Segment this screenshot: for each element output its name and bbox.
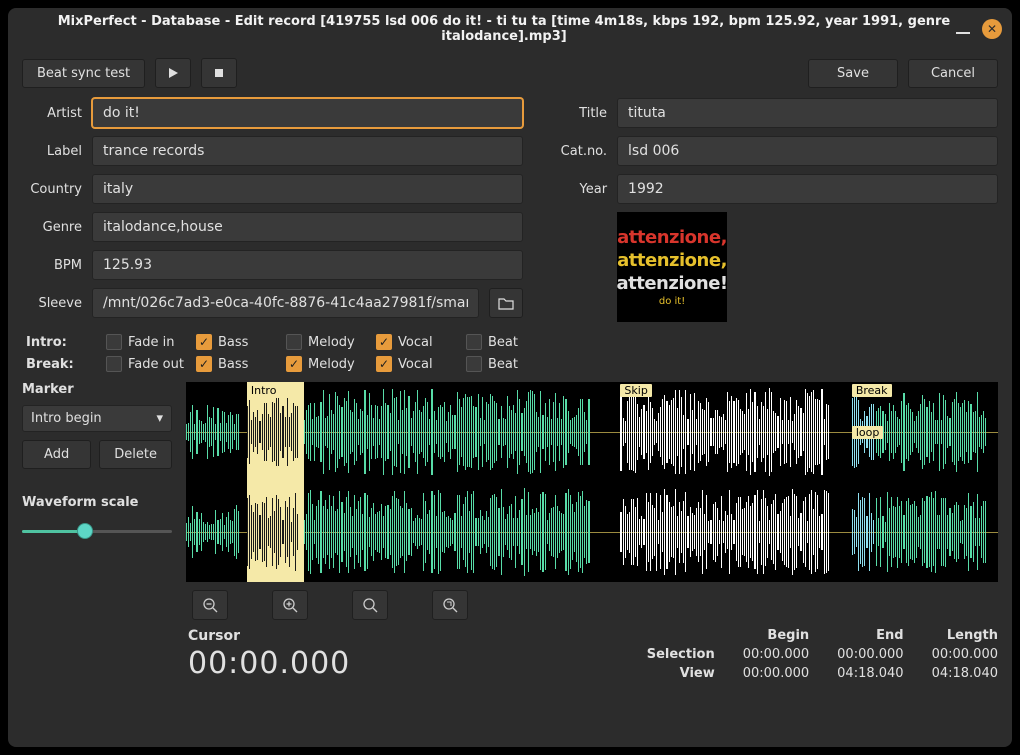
label-label: Label — [22, 144, 82, 159]
view-length: 04:18.040 — [932, 666, 998, 681]
break-row-fade_out-label: Fade out — [128, 357, 184, 372]
view-begin: 00:00.000 — [743, 666, 809, 681]
zoom-out-button[interactable] — [192, 590, 228, 620]
zoom-fit-button[interactable] — [352, 590, 388, 620]
marker-delete-button[interactable]: Delete — [99, 440, 172, 469]
intro-row-bass-checkbox[interactable]: ✓ — [196, 334, 212, 350]
zoom-in-button[interactable] — [272, 590, 308, 620]
bpm-input[interactable] — [92, 250, 523, 280]
chevron-down-icon: ▾ — [156, 411, 163, 426]
waveform-tag-break: Break — [852, 384, 892, 397]
sleeve-input[interactable] — [92, 288, 479, 318]
title-input[interactable] — [617, 98, 998, 128]
break-label: Break: — [22, 357, 106, 372]
break-row-melody-checkbox[interactable]: ✓ — [286, 356, 302, 372]
view-end: 04:18.040 — [837, 666, 903, 681]
intro-row-vocal-label: Vocal — [398, 335, 433, 350]
intro-row-melody-label: Melody — [308, 335, 355, 350]
waveform-display[interactable]: Intro Skip Break loop — [186, 382, 998, 582]
label-title: Title — [547, 106, 607, 121]
beat-sync-button[interactable]: Beat sync test — [22, 59, 145, 88]
play-button[interactable] — [155, 58, 191, 88]
cursor-time: 00:00.000 — [188, 646, 350, 681]
waveform-scale-slider[interactable] — [22, 522, 172, 540]
marker-add-button[interactable]: Add — [22, 440, 91, 469]
artist-input[interactable] — [92, 98, 523, 128]
waveform-scale-label: Waveform scale — [22, 495, 172, 510]
cursor-label: Cursor — [188, 628, 350, 644]
waveform-tag-loop: loop — [852, 426, 884, 439]
label-year: Year — [547, 182, 607, 197]
waveform-tag-skip: Skip — [620, 384, 651, 397]
break-row-vocal-checkbox[interactable]: ✓ — [376, 356, 392, 372]
label-sleeve: Sleeve — [22, 296, 82, 311]
minimize-icon[interactable] — [956, 32, 970, 34]
genre-input[interactable] — [92, 212, 523, 242]
intro-row-vocal-checkbox[interactable]: ✓ — [376, 334, 392, 350]
label-catno: Cat.no. — [547, 144, 607, 159]
label-genre: Genre — [22, 220, 82, 235]
row-selection: Selection — [647, 647, 715, 662]
cover-art: attenzione, attenzione, attenzione! do i… — [617, 212, 727, 322]
label-input[interactable] — [92, 136, 523, 166]
break-row-fade_out-checkbox[interactable] — [106, 356, 122, 372]
waveform-tag-intro: Intro — [247, 384, 281, 397]
cancel-button[interactable]: Cancel — [908, 59, 998, 88]
country-input[interactable] — [92, 174, 523, 204]
intro-row-beat-label: Beat — [488, 335, 518, 350]
catno-input[interactable] — [617, 136, 998, 166]
row-view: View — [647, 666, 715, 681]
selection-length: 00:00.000 — [932, 647, 998, 662]
break-row-melody-label: Melody — [308, 357, 355, 372]
col-length: Length — [932, 628, 998, 643]
break-row-vocal-label: Vocal — [398, 357, 433, 372]
selection-begin: 00:00.000 — [743, 647, 809, 662]
label-country: Country — [22, 182, 82, 197]
break-row-bass-label: Bass — [218, 357, 248, 372]
col-begin: Begin — [743, 628, 809, 643]
marker-select[interactable]: Intro begin ▾ — [22, 405, 172, 432]
intro-row-fade_in-checkbox[interactable] — [106, 334, 122, 350]
selection-end: 00:00.000 — [837, 647, 903, 662]
intro-row-fade_in-label: Fade in — [128, 335, 174, 350]
break-row-beat-checkbox[interactable] — [466, 356, 482, 372]
break-row-bass-checkbox[interactable]: ✓ — [196, 356, 212, 372]
browse-sleeve-button[interactable] — [489, 288, 523, 318]
intro-label: Intro: — [22, 335, 106, 350]
col-end: End — [837, 628, 903, 643]
window-title: MixPerfect - Database - Edit record [419… — [52, 14, 956, 44]
label-artist: Artist — [22, 106, 82, 121]
zoom-selection-button[interactable] — [432, 590, 468, 620]
year-input[interactable] — [617, 174, 998, 204]
intro-row-melody-checkbox[interactable] — [286, 334, 302, 350]
stop-button[interactable] — [201, 58, 237, 88]
save-button[interactable]: Save — [808, 59, 898, 88]
close-icon[interactable]: ✕ — [982, 19, 1002, 39]
label-bpm: BPM — [22, 258, 82, 273]
marker-heading: Marker — [22, 382, 172, 397]
intro-row-bass-label: Bass — [218, 335, 248, 350]
break-row-beat-label: Beat — [488, 357, 518, 372]
intro-row-beat-checkbox[interactable] — [466, 334, 482, 350]
